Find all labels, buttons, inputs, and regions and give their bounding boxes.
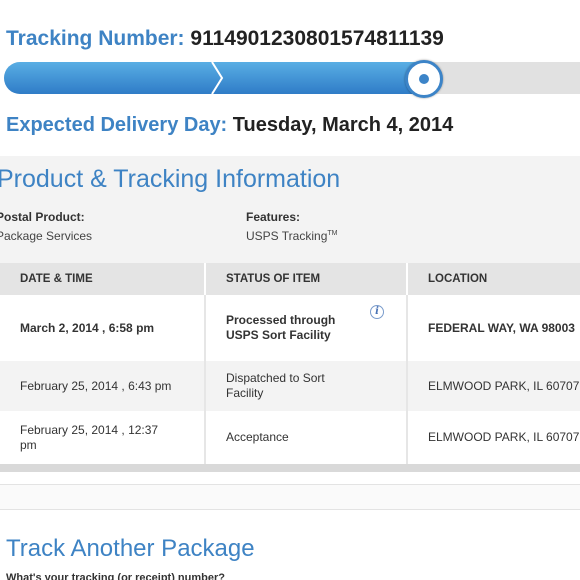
tracking-number-value: 9114901230801574811139 — [190, 27, 444, 50]
table-row: February 25, 2014 , 6:43 pm Dispatched t… — [0, 361, 580, 411]
event-datetime: February 25, 2014 , 12:37 pm — [0, 411, 206, 464]
trademark-mark: TM — [327, 230, 338, 237]
tracking-number-label: Tracking Number: — [6, 27, 185, 50]
event-location: FEDERAL WAY, WA 98003 — [407, 295, 580, 361]
event-location: ELMWOOD PARK, IL 60707 — [407, 361, 580, 411]
product-tracking-title: Product & Tracking Information — [0, 165, 341, 193]
info-icon[interactable]: i — [370, 305, 384, 319]
event-location: ELMWOOD PARK, IL 60707 — [407, 411, 580, 464]
features-text: USPS Tracking — [246, 229, 328, 243]
postal-product-value: Package Services — [0, 229, 93, 243]
features-label: Features: — [246, 210, 301, 224]
header-status: STATUS OF ITEM — [205, 263, 408, 295]
progress-current-marker-icon — [405, 60, 443, 98]
event-datetime: February 25, 2014 , 6:43 pm — [0, 361, 206, 411]
table-row: March 2, 2014 , 6:58 pm Processed throug… — [0, 295, 580, 361]
event-status: Dispatched to Sort Facility — [226, 371, 325, 400]
event-status: Acceptance — [205, 411, 408, 464]
event-status: Processed through USPS Sort Facility — [226, 313, 336, 342]
tracking-number-question: What's your tracking (or receipt) number… — [6, 572, 225, 580]
spacer-panel — [0, 484, 580, 510]
delivery-progress-bar — [4, 60, 580, 98]
step-chevron-icon — [211, 62, 224, 94]
header-location: LOCATION — [407, 263, 580, 295]
expected-delivery-label: Expected Delivery Day: — [6, 114, 228, 136]
event-datetime-text: February 25, 2014 , 12:37 pm — [20, 422, 159, 452]
tracking-events-table: DATE & TIME STATUS OF ITEM LOCATION Marc… — [0, 263, 580, 464]
expected-delivery-line: Expected Delivery Day: Tuesday, March 4,… — [6, 114, 453, 137]
expected-delivery-value: Tuesday, March 4, 2014 — [232, 114, 454, 136]
postal-product-label: Postal Product: — [0, 210, 85, 224]
event-status-cell: Dispatched to Sort Facility — [205, 361, 408, 411]
table-row: February 25, 2014 , 12:37 pm Acceptance … — [0, 411, 580, 464]
progress-step-chevrons — [211, 62, 224, 94]
event-datetime: March 2, 2014 , 6:58 pm — [0, 295, 206, 361]
table-header-row: DATE & TIME STATUS OF ITEM LOCATION — [0, 263, 580, 295]
features-value: USPS TrackingTM — [246, 229, 337, 243]
tracking-number-line: Tracking Number: 9114901230801574811139 — [6, 27, 444, 51]
header-date-time: DATE & TIME — [0, 263, 206, 295]
track-another-title: Track Another Package — [6, 535, 255, 562]
event-status-cell: Processed through USPS Sort Facility i — [205, 295, 408, 361]
panel-bottom-divider — [0, 464, 580, 472]
